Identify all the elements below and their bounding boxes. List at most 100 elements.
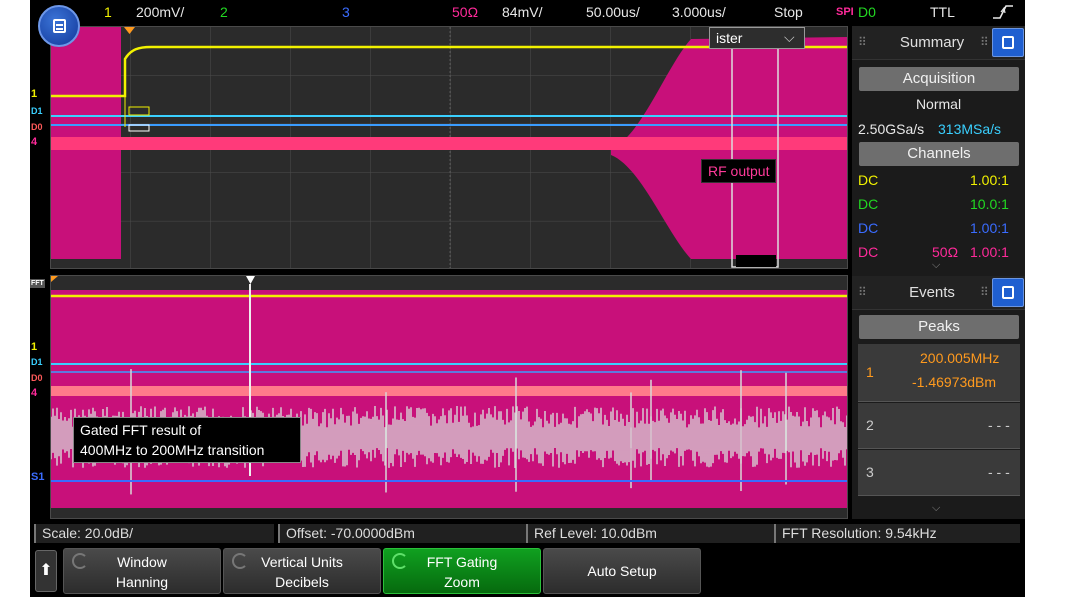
- fft-spectrum-graph: [51, 276, 847, 518]
- d1-marker[interactable]: D1: [31, 106, 43, 116]
- summary-menu-button[interactable]: [992, 28, 1024, 57]
- fft-resolution-field[interactable]: FFT Resolution: 9.54kHz: [774, 524, 1020, 543]
- ch2-coupling: DC: [858, 196, 879, 212]
- run-state[interactable]: Stop: [774, 4, 803, 20]
- window-value: Hanning: [115, 574, 169, 590]
- menu-icon: [1002, 36, 1014, 49]
- ch3-probe: 1.00:1: [970, 220, 1009, 236]
- menu-icon: [53, 19, 66, 33]
- sample-rate-analog: 2.50GSa/s: [858, 121, 925, 137]
- window-label: Window: [117, 554, 167, 570]
- summary-header[interactable]: ⠿ Summary ⠿: [852, 26, 1025, 60]
- drag-handle-icon[interactable]: ⠿: [858, 35, 867, 49]
- fft-annotation-line1: Gated FFT result of: [80, 422, 202, 438]
- drag-handle-icon[interactable]: ⠿: [980, 285, 989, 299]
- ch4-trace: [51, 137, 847, 150]
- events-header[interactable]: ⠿ Events ⠿: [852, 276, 1025, 310]
- trigger-type[interactable]: SPI: [836, 6, 854, 18]
- zoom-window-footer: [736, 255, 776, 267]
- fft-ch1-marker[interactable]: 1: [31, 341, 37, 353]
- peak-empty-value: - - -: [988, 464, 1010, 480]
- peak-index: 3: [866, 464, 874, 480]
- ref-level-field[interactable]: Ref Level: 10.0dBm: [526, 524, 774, 543]
- acquisition-button[interactable]: Acquisition: [859, 67, 1019, 91]
- summary-title: Summary: [899, 34, 965, 51]
- peak-row-2[interactable]: 2 - - -: [858, 403, 1020, 449]
- peak-empty-value: - - -: [988, 417, 1010, 433]
- ch4-scale[interactable]: 84mV/: [502, 4, 542, 20]
- ch4-coupling: DC: [858, 244, 879, 260]
- peaks-button[interactable]: Peaks: [859, 315, 1019, 339]
- fft-annotation-line2: 400MHz to 200MHz transition: [80, 442, 265, 458]
- events-menu-button[interactable]: [992, 278, 1024, 307]
- ch1-marker[interactable]: 1: [31, 88, 37, 100]
- fft-gating-value: Zoom: [444, 574, 480, 590]
- lister-label: ister: [716, 30, 743, 46]
- fft-ch4-band: [51, 386, 847, 396]
- chevron-down-icon[interactable]: ⌵: [784, 29, 795, 46]
- ch1-number[interactable]: 1: [104, 4, 112, 20]
- fft-magenta-band: [51, 290, 847, 508]
- top-status-bar: 1 200mV/ 2 3 50Ω 84mV/ 50.00us/ 3.000us/…: [30, 0, 1025, 26]
- main-waveform-graph: [51, 27, 847, 268]
- auto-setup-label: Auto Setup: [587, 563, 657, 579]
- rising-edge-icon[interactable]: [992, 3, 1014, 24]
- acquisition-mode: Normal: [915, 96, 962, 112]
- offset-field[interactable]: Offset: -70.0000dBm: [278, 524, 526, 543]
- vertical-units-label: Vertical Units: [261, 554, 343, 570]
- chevron-down-icon[interactable]: ⌵: [932, 502, 940, 515]
- drag-handle-icon[interactable]: ⠿: [980, 35, 989, 49]
- fft-waveform-window[interactable]: Gated FFT result of 400MHz to 200MHz tra…: [50, 275, 848, 519]
- ch1-coupling: DC: [858, 172, 879, 188]
- main-menu-button[interactable]: [38, 5, 80, 47]
- ch4-impedance-summary: 50Ω: [932, 244, 959, 260]
- drag-handle-icon[interactable]: ⠿: [858, 285, 867, 299]
- fft-d0-marker[interactable]: D0: [31, 373, 43, 383]
- peak-index: 1: [866, 364, 874, 380]
- scale-field[interactable]: Scale: 20.0dB/: [34, 524, 274, 543]
- events-title: Events: [909, 284, 955, 301]
- window-softkey[interactable]: Window Hanning: [63, 548, 221, 594]
- menu-icon: [1002, 286, 1014, 299]
- ch3-number[interactable]: 3: [342, 4, 350, 20]
- trigger-source[interactable]: D0: [858, 4, 876, 20]
- oscilloscope-screen: 1 200mV/ 2 3 50Ω 84mV/ 50.00us/ 3.000us/…: [30, 0, 1025, 597]
- vertical-units-value: Decibels: [275, 574, 329, 590]
- channels-button[interactable]: Channels: [859, 142, 1019, 166]
- ch4-marker[interactable]: 4: [31, 136, 37, 148]
- vertical-units-softkey[interactable]: Vertical Units Decibels: [223, 548, 381, 594]
- back-button[interactable]: ⬆: [35, 550, 57, 592]
- ch1-scale[interactable]: 200mV/: [136, 4, 184, 20]
- peak-index: 2: [866, 417, 874, 433]
- chevron-down-icon[interactable]: ⌵: [932, 259, 940, 272]
- arrow-up-icon: ⬆: [39, 562, 53, 579]
- logic-level[interactable]: TTL: [930, 4, 955, 20]
- ch4-probe: 1.00:1: [970, 244, 1009, 260]
- right-sidebar: ⠿ Summary ⠿ Acquisition Normal 2.50GSa/s…: [852, 26, 1025, 519]
- peak-row-3[interactable]: 3 - - -: [858, 450, 1020, 496]
- ch4-impedance[interactable]: 50Ω: [452, 4, 478, 20]
- lister-tab[interactable]: ister ⌵: [709, 27, 805, 49]
- softkey-bar: ⬆ Window Hanning Vertical Units Decibels…: [30, 545, 1025, 597]
- fft-marker[interactable]: FFT: [30, 279, 45, 288]
- sample-rate-digital: 313MSa/s: [938, 121, 1002, 137]
- auto-setup-softkey[interactable]: Auto Setup: [543, 548, 701, 594]
- rf-output-label: RF output: [701, 159, 777, 183]
- fft-info-bar: Scale: 20.0dB/ Offset: -70.0000dBm Ref L…: [30, 522, 1025, 544]
- ch2-number[interactable]: 2: [220, 4, 228, 20]
- s1-marker[interactable]: S1: [31, 471, 44, 483]
- ch1-probe: 1.00:1: [970, 172, 1009, 188]
- timebase[interactable]: 50.00us/: [586, 4, 640, 20]
- fft-gating-softkey[interactable]: FFT Gating Zoom: [383, 548, 541, 594]
- d0-marker[interactable]: D0: [31, 122, 43, 132]
- main-waveform-window[interactable]: RF output ister ⌵: [50, 26, 848, 269]
- fft-annotation: Gated FFT result of 400MHz to 200MHz tra…: [73, 417, 301, 463]
- main-gutter: 1 D1 D0 4: [30, 26, 50, 269]
- fft-d1-marker[interactable]: D1: [31, 357, 43, 367]
- fft-gating-label: FFT Gating: [426, 554, 498, 570]
- peak-row-1[interactable]: 1 200.005MHz -1.46973dBm: [858, 344, 1020, 402]
- fft-gutter: FFT 1 D1 D0 4 S1: [30, 275, 50, 519]
- peak-frequency: 200.005MHz: [920, 350, 1000, 366]
- delay[interactable]: 3.000us/: [672, 4, 726, 20]
- fft-ch4-marker[interactable]: 4: [31, 387, 37, 399]
